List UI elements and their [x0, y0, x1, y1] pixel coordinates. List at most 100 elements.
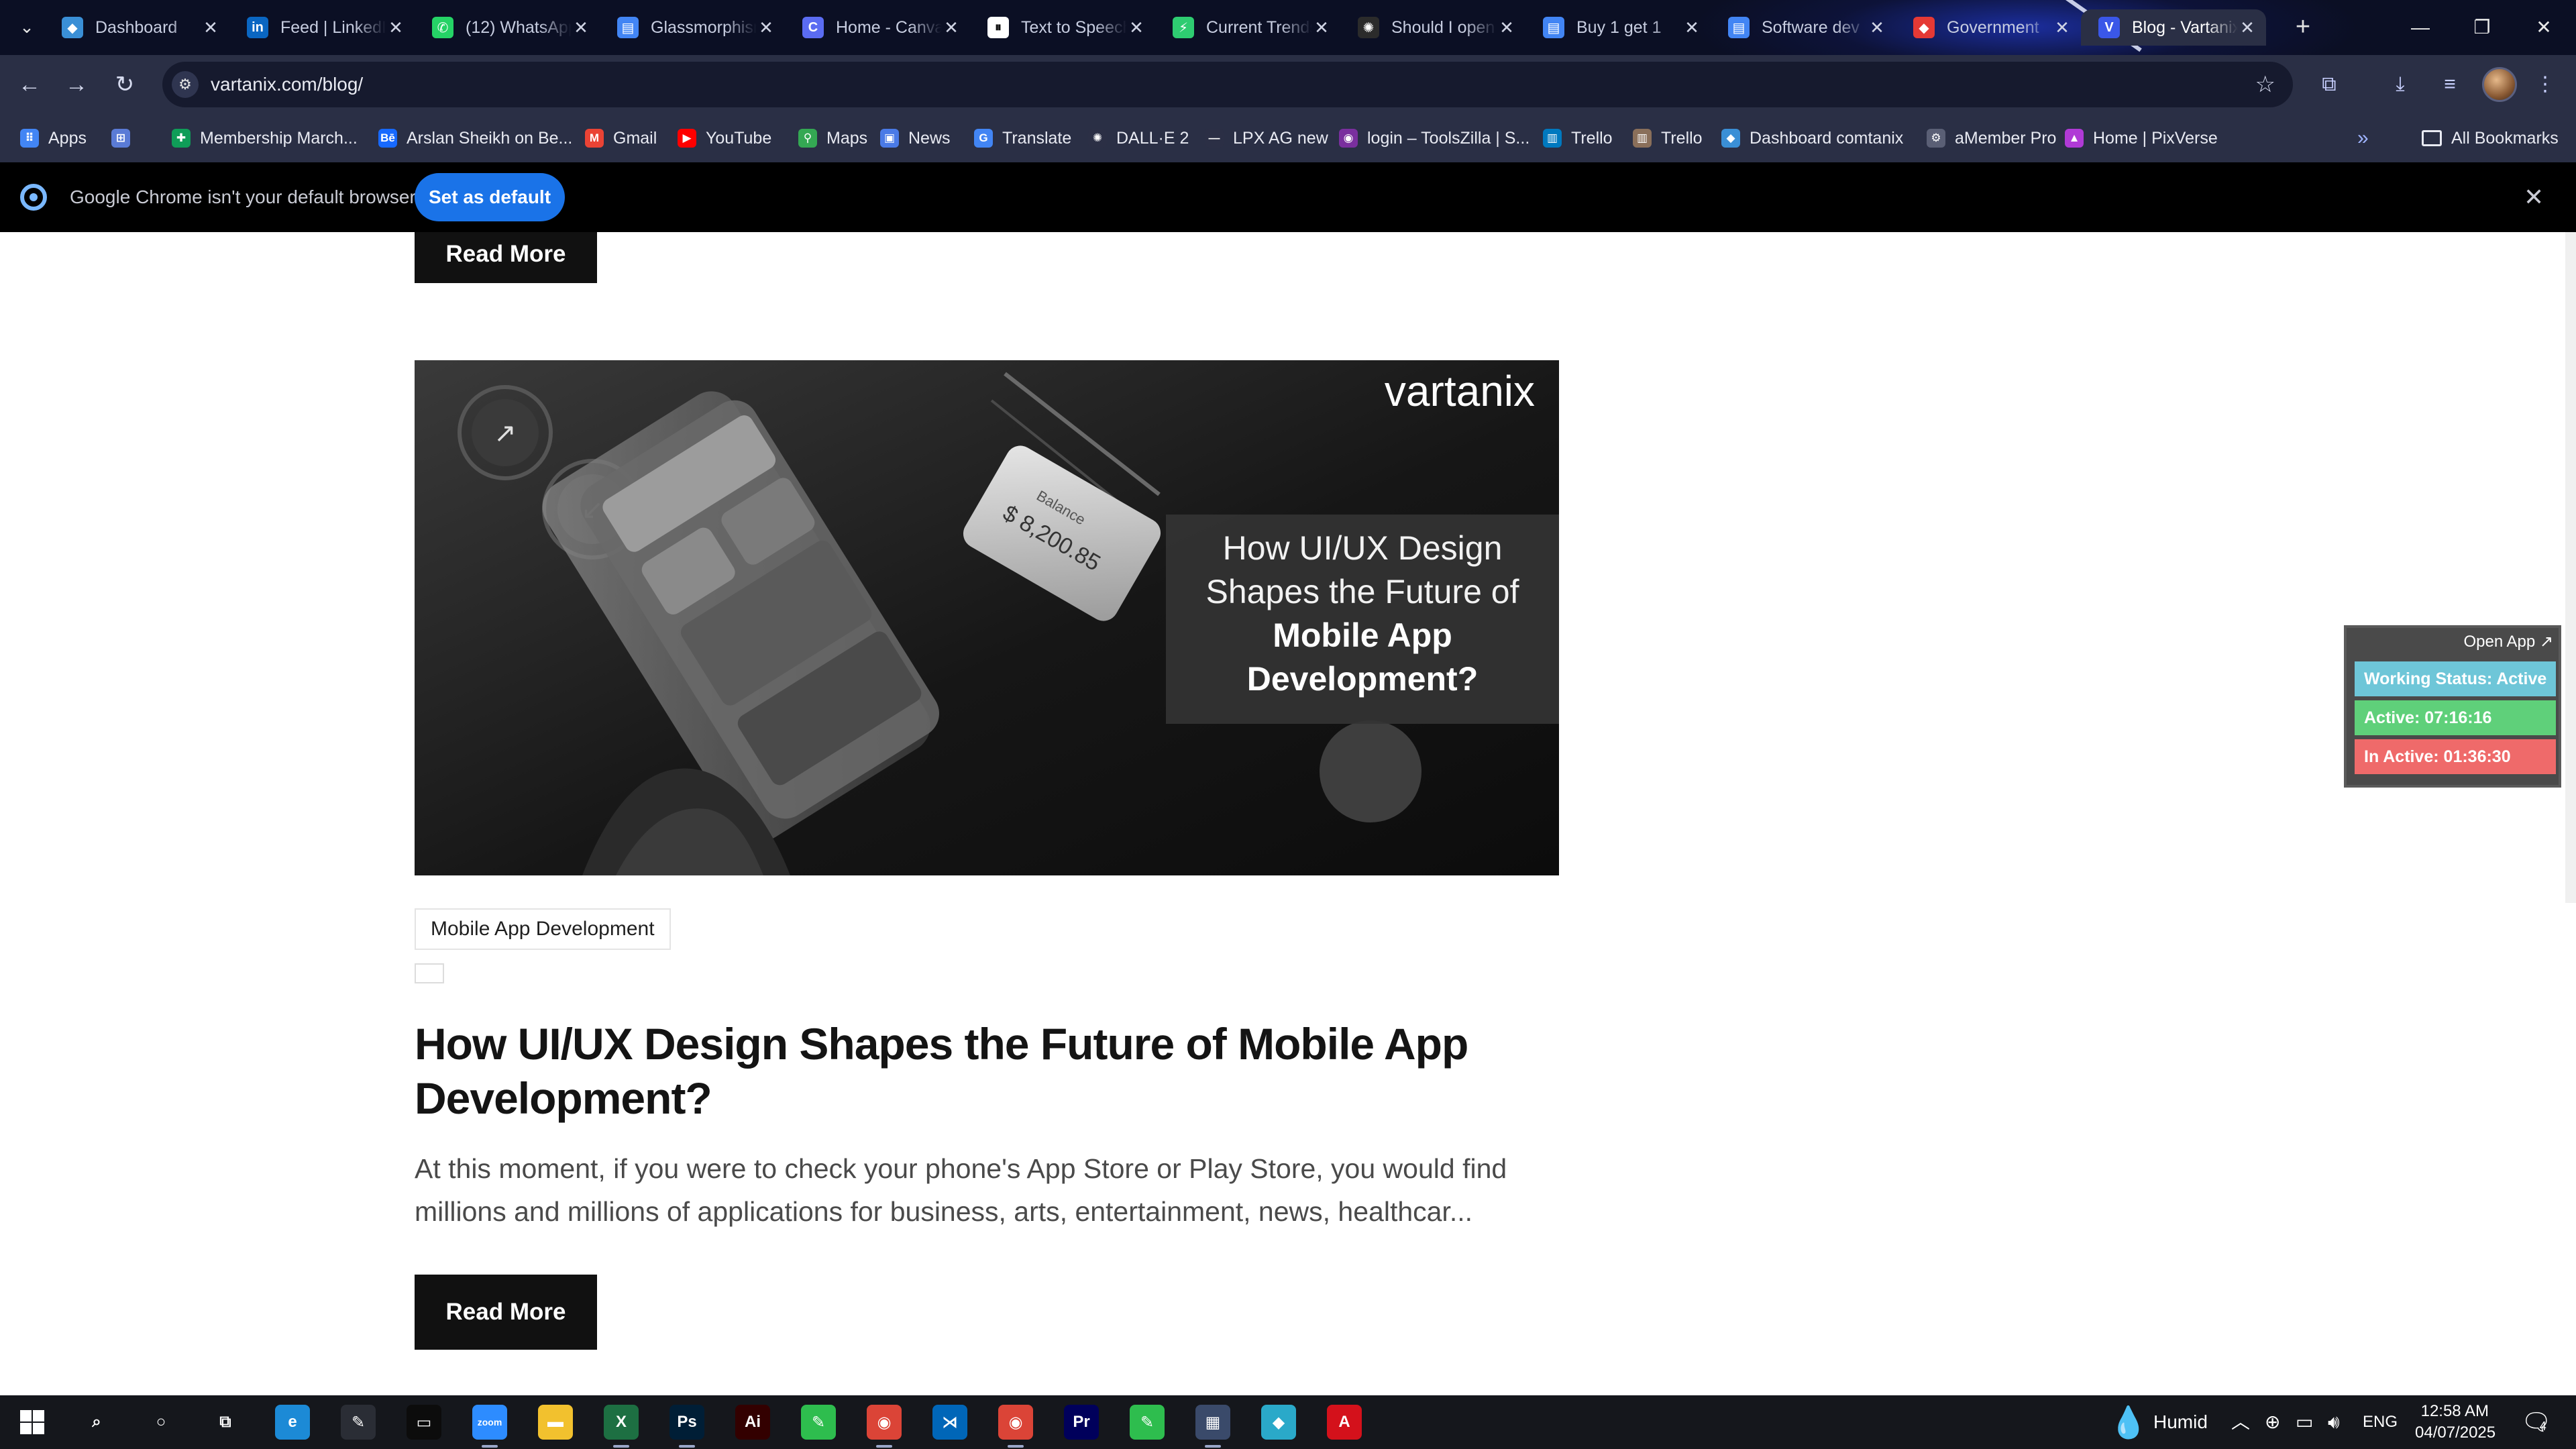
file-explorer-icon[interactable]: ▬: [538, 1405, 573, 1440]
tab-pause[interactable]: ⏸ Text to Speech ✕: [970, 9, 1155, 46]
bookmark-comtanix[interactable]: ◆ Dashboard comtanix: [1721, 114, 1903, 162]
tab-close-icon[interactable]: ✕: [2053, 17, 2072, 38]
tab-linkedin[interactable]: in Feed | LinkedIn ✕: [229, 9, 415, 46]
tab-lightning[interactable]: ⚡ Current Trends ✕: [1155, 9, 1340, 46]
url-text[interactable]: vartanix.com/blog/: [211, 62, 363, 107]
post-title[interactable]: How UI/UX Design Shapes the Future of Mo…: [415, 1017, 1555, 1126]
more-bookmarks-icon[interactable]: »: [2357, 114, 2369, 162]
tab-close-icon[interactable]: ✕: [942, 17, 961, 38]
tab-close-icon[interactable]: ✕: [1312, 17, 1331, 38]
bookmark-gmail[interactable]: M Gmail: [585, 114, 657, 162]
new-tab-button[interactable]: +: [2288, 12, 2318, 43]
bookmark-apps-grid[interactable]: ⠿ Apps: [20, 114, 87, 162]
tab-chatgpt[interactable]: ✺ Should I open ✕: [1340, 9, 1525, 46]
bookmark-lpx[interactable]: — LPX AG new: [1205, 114, 1328, 162]
search-icon[interactable]: ⌕: [79, 1405, 114, 1440]
bookmark-behance[interactable]: Bē Arslan Sheikh on Be...: [378, 114, 572, 162]
scrollbar[interactable]: [2565, 232, 2576, 903]
notification-center-icon[interactable]: 🗨︎4: [2521, 1395, 2552, 1449]
back-arrow-icon[interactable]: ←: [13, 68, 46, 101]
zoom-icon[interactable]: zoom: [472, 1405, 507, 1448]
profile-avatar[interactable]: [2482, 67, 2517, 102]
system-clock[interactable]: 12:58 AM 04/07/2025: [2415, 1401, 2496, 1444]
category-tag[interactable]: Mobile App Development: [415, 908, 671, 950]
tab-close-icon[interactable]: ✕: [572, 17, 590, 38]
weather-label[interactable]: Humid: [2153, 1395, 2208, 1449]
volume-icon[interactable]: 🔊︎: [2328, 1395, 2340, 1449]
vscode-icon[interactable]: ⋊: [932, 1405, 967, 1440]
task-view-icon[interactable]: ⧉: [208, 1405, 243, 1440]
calculator-icon[interactable]: ▦: [1195, 1405, 1230, 1448]
restore-icon[interactable]: ❐: [2451, 0, 2513, 55]
tab-google-docs[interactable]: ▤ Buy 1 get 1 ✕: [1525, 9, 1711, 46]
bookmark-pixverse[interactable]: ▲ Home | PixVerse: [2065, 114, 2218, 162]
address-bar[interactable]: ⚙ vartanix.com/blog/ ☆: [162, 62, 2293, 107]
bookmark-grid[interactable]: ⊞: [111, 114, 140, 162]
bookmark-trello[interactable]: ▥ Trello: [1633, 114, 1703, 162]
forward-arrow-icon[interactable]: →: [60, 68, 93, 101]
reload-icon[interactable]: ↻: [109, 68, 141, 101]
premiere-icon[interactable]: Pr: [1064, 1405, 1099, 1440]
extensions-icon[interactable]: ⧉: [2314, 70, 2344, 99]
tab-close-icon[interactable]: ✕: [757, 17, 775, 38]
tab-close-icon[interactable]: ✕: [1497, 17, 1516, 38]
windows-start-icon[interactable]: [15, 1405, 50, 1440]
illustrator-icon[interactable]: Ai: [735, 1405, 770, 1440]
close-window-icon[interactable]: ✕: [2513, 0, 2575, 55]
green-app-2-icon[interactable]: ✎: [1130, 1405, 1165, 1440]
bookmark-star-icon[interactable]: ☆: [2255, 62, 2275, 107]
read-more-button[interactable]: Read More: [415, 1275, 597, 1350]
read-more-button[interactable]: Read More: [415, 232, 597, 283]
teal-app-icon[interactable]: ◆: [1261, 1405, 1296, 1440]
bookmark-trello[interactable]: ▥ Trello: [1543, 114, 1613, 162]
weather-drop-icon[interactable]: 💧: [2109, 1395, 2147, 1449]
photoshop-icon[interactable]: Ps: [669, 1405, 704, 1448]
tab-whatsapp[interactable]: ✆ (12) WhatsApp ✕: [415, 9, 600, 46]
bookmark-sheets[interactable]: ✚ Membership March...: [172, 114, 358, 162]
pen-tool-icon[interactable]: ✎: [341, 1405, 376, 1440]
show-hidden-icons-chevron-icon[interactable]: ︿: [2231, 1395, 2250, 1449]
site-settings-icon[interactable]: ⚙: [172, 71, 199, 98]
tab-google-docs[interactable]: ▤ Glassmorphism ✕: [600, 9, 785, 46]
bookmark-toolszilla[interactable]: ◉ login – ToolsZilla | S...: [1339, 114, 1529, 162]
tab-canva[interactable]: C Home - Canva ✕: [785, 9, 970, 46]
acrobat-icon[interactable]: A: [1327, 1405, 1362, 1440]
bookmark-youtube[interactable]: ▶ YouTube: [678, 114, 771, 162]
green-app-icon[interactable]: ✎: [801, 1405, 836, 1440]
tab-gem[interactable]: ◆ Government ✕: [1896, 9, 2081, 46]
tab-search-chevron-icon[interactable]: ⌄: [13, 13, 40, 40]
cortana-icon[interactable]: ○: [144, 1405, 178, 1440]
tab-close-icon[interactable]: ✕: [386, 17, 405, 38]
reading-list-icon[interactable]: ≡: [2435, 70, 2465, 99]
language-indicator[interactable]: ENG: [2363, 1395, 2398, 1449]
edge-icon[interactable]: e: [275, 1405, 310, 1440]
tab-close-icon[interactable]: ✕: [201, 17, 220, 38]
notification-count: 4: [2539, 1419, 2546, 1433]
chrome-icon[interactable]: ◉: [867, 1405, 902, 1448]
all-bookmarks-button[interactable]: All Bookmarks: [2422, 114, 2559, 162]
tab-close-icon[interactable]: ✕: [1868, 17, 1886, 38]
open-app-link[interactable]: Open App ↗: [2463, 632, 2553, 651]
tab-close-icon[interactable]: ✕: [2238, 17, 2257, 38]
tab-google-docs[interactable]: ▤ Software dev ✕: [1711, 9, 1896, 46]
tab-close-icon[interactable]: ✕: [1682, 17, 1701, 38]
chrome-profile-icon[interactable]: ◉: [998, 1405, 1033, 1448]
bookmark-amember[interactable]: ⚙ aMember Pro: [1927, 114, 2056, 162]
excel-icon[interactable]: X: [604, 1405, 639, 1448]
featured-image[interactable]: ↗ ↙ Balance $ 8,200.85: [415, 360, 1559, 875]
download-icon[interactable]: ⤓: [2385, 70, 2415, 99]
bookmark-openai[interactable]: ✺ DALL·E 2: [1088, 114, 1189, 162]
minimize-icon[interactable]: —: [2390, 0, 2451, 55]
bookmark-maps[interactable]: ⚲ Maps: [798, 114, 867, 162]
terminal-icon[interactable]: ▭: [407, 1405, 441, 1440]
tab-vartanix[interactable]: V Blog - Vartanix ✕: [2081, 9, 2266, 46]
set-as-default-button[interactable]: Set as default: [415, 173, 565, 221]
bookmark-translate[interactable]: G Translate: [974, 114, 1071, 162]
bookmark-news[interactable]: ▣ News: [880, 114, 951, 162]
meet-now-icon[interactable]: ⊕: [2265, 1395, 2280, 1449]
tab-close-icon[interactable]: ✕: [1127, 17, 1146, 38]
chrome-menu-icon[interactable]: ⋮: [2530, 70, 2560, 99]
infobar-close-icon[interactable]: ✕: [2524, 162, 2544, 232]
network-icon[interactable]: ▭: [2296, 1395, 2313, 1449]
tab-dashboard-logo[interactable]: ◆ Dashboard ✕: [44, 9, 229, 46]
